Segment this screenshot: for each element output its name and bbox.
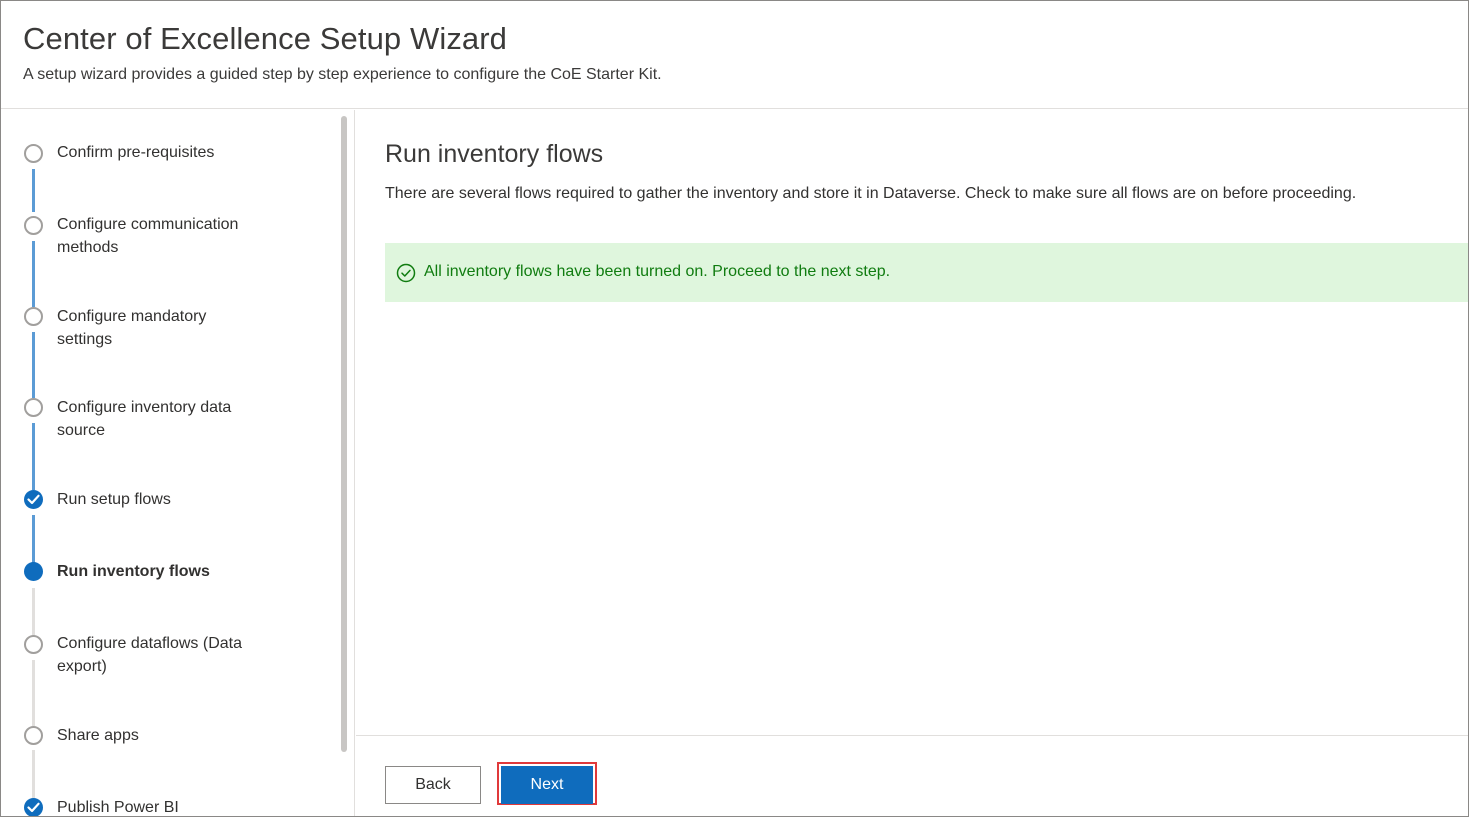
step-connector: [32, 588, 35, 636]
step-label: Run inventory flows: [57, 563, 210, 580]
step-pending-icon: [24, 398, 43, 417]
step-pending-icon: [24, 726, 43, 745]
wizard-header: Center of Excellence Setup Wizard A setu…: [1, 1, 1468, 109]
step-label: Configure inventory data source: [57, 399, 232, 439]
step-connector: [32, 660, 35, 726]
step-pending-icon: [24, 216, 43, 235]
step-label: Run setup flows: [57, 491, 171, 508]
next-button[interactable]: Next: [501, 766, 593, 804]
step-connector: [32, 169, 35, 212]
back-button[interactable]: Back: [385, 766, 481, 804]
step-navigation: Confirm pre-requisites Configure communi…: [1, 110, 355, 816]
success-message: All inventory flows have been turned on.…: [424, 263, 891, 280]
wizard-footer: Back Next: [356, 735, 1468, 816]
page-subtitle: A setup wizard provides a guided step by…: [23, 66, 662, 83]
checkmark-icon: [24, 490, 43, 509]
step-title: Run inventory flows: [385, 140, 604, 168]
step-content: Run inventory flows There are several fl…: [356, 110, 1468, 816]
current-step-icon: [24, 562, 43, 581]
check-circle-icon: [396, 263, 416, 283]
step-description: There are several flows required to gath…: [385, 185, 1357, 202]
sidebar-scrollbar[interactable]: [341, 116, 347, 752]
page-title: Center of Excellence Setup Wizard: [23, 21, 508, 56]
step-label: Configure communication methods: [57, 216, 239, 256]
step-pending-icon: [24, 144, 43, 163]
step-label: Configure mandatory settings: [57, 308, 207, 348]
checkmark-icon: [24, 798, 43, 816]
step-label: Configure dataflows (Data export): [57, 635, 242, 675]
step-label: Confirm pre-requisites: [57, 144, 215, 161]
step-connector: [32, 515, 35, 563]
step-connector: [32, 241, 35, 307]
step-connector: [32, 750, 35, 798]
success-banner: All inventory flows have been turned on.…: [385, 243, 1468, 302]
step-pending-icon: [24, 307, 43, 326]
step-label: Publish Power BI: [57, 799, 179, 816]
wizard-window: Center of Excellence Setup Wizard A setu…: [0, 0, 1469, 817]
step-label: Share apps: [57, 727, 139, 744]
step-connector: [32, 332, 35, 398]
step-pending-icon: [24, 635, 43, 654]
step-connector: [32, 423, 35, 490]
